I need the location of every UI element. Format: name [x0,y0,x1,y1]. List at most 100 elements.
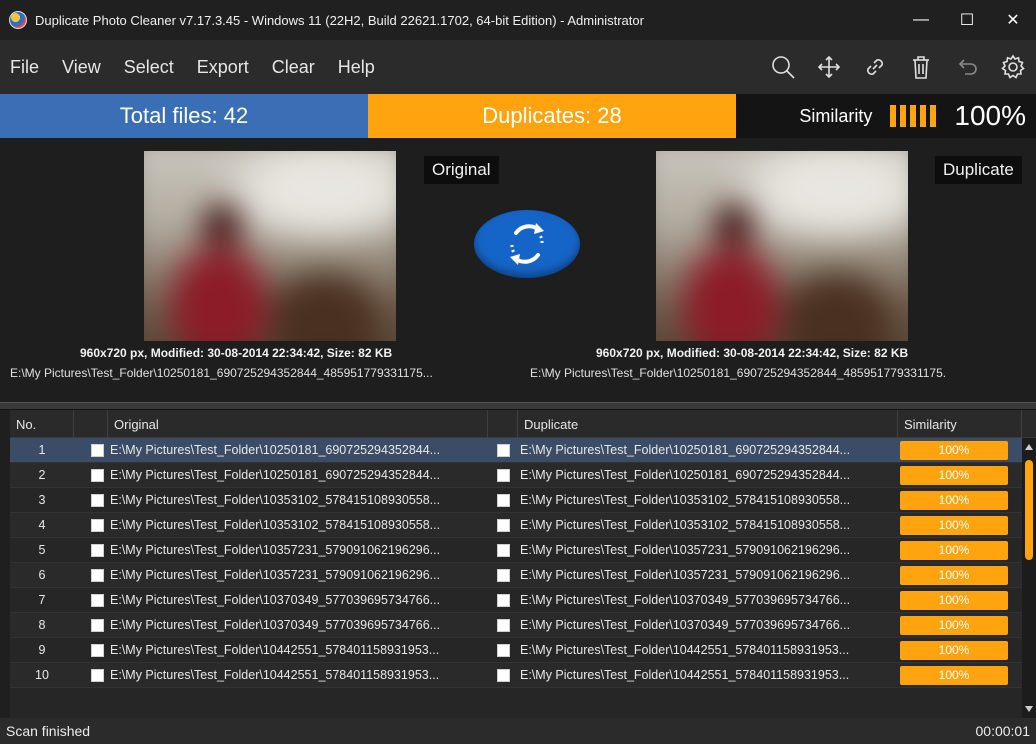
original-checkbox[interactable] [91,643,104,657]
original-checkbox[interactable] [91,593,104,607]
header-similarity[interactable]: Similarity [898,410,1022,438]
duplicate-checkbox[interactable] [496,643,510,657]
table-row[interactable]: 9 E:\My Pictures\Test_Folder\10442551_578… [10,638,1036,663]
status-bar: Scan finished 00:00:01 [0,718,1036,744]
duplicates-count: Duplicates: 28 [368,94,736,138]
header-original[interactable]: Original [108,410,488,438]
similarity-indicator: Similarity 100% [736,94,1036,138]
scrollbar-thumb[interactable] [1025,460,1033,560]
move-button[interactable] [806,47,852,87]
row-number: 6 [38,568,46,582]
settings-button[interactable] [990,47,1036,87]
table-row[interactable]: 5 E:\My Pictures\Test_Folder\10357231_579… [10,538,1036,563]
similarity-cell: 100% [898,638,1018,663]
original-path-cell: E:\My Pictures\Test_Folder\10357231_5790… [110,543,441,557]
duplicate-checkbox[interactable] [496,468,510,482]
duplicate-path: E:\My Pictures\Test_Folder\10250181_6907… [530,366,947,380]
original-checkbox-cell [74,513,108,538]
header-no[interactable]: No. [10,410,74,438]
original-checkbox-cell [74,463,108,488]
undo-icon [958,59,977,75]
header-duplicate[interactable]: Duplicate [518,410,898,438]
similarity-cell: 100% [898,538,1018,563]
original-meta: 960x720 px, Modified: 30-08-2014 22:34:4… [80,346,393,360]
original-checkbox-cell [74,438,108,463]
menu-clear[interactable]: Clear [272,57,315,78]
original-checkbox[interactable] [91,568,104,582]
row-number: 1 [38,443,46,457]
duplicate-checkbox[interactable] [496,543,510,557]
similarity-value: 100% [954,100,1026,131]
duplicate-checkbox[interactable] [496,668,510,682]
undo-button[interactable] [944,47,990,87]
table-row[interactable]: 2 E:\My Pictures\Test_Folder\10250181_690… [10,463,1036,488]
duplicate-path-cell: E:\My Pictures\Test_Folder\10357231_5790… [520,568,851,582]
duplicate-thumbnail[interactable] [656,151,908,341]
move-icon [817,55,841,79]
original-path-cell: E:\My Pictures\Test_Folder\10353102_5784… [110,493,441,507]
duplicate-path-cell: E:\My Pictures\Test_Folder\10442551_5784… [520,668,850,682]
duplicate-checkbox-cell [488,488,518,513]
link-button[interactable] [852,47,898,87]
search-button[interactable] [760,47,806,87]
scroll-down-icon[interactable] [1025,706,1033,712]
menu-file[interactable]: File [10,57,39,78]
duplicate-path-cell: E:\My Pictures\Test_Folder\10357231_5790… [520,543,851,557]
similarity-meter-bar [900,105,907,127]
header-check[interactable] [74,410,108,438]
menu-help[interactable]: Help [338,57,375,78]
original-checkbox[interactable] [91,618,104,632]
table-body: 1 E:\My Pictures\Test_Folder\10250181_690… [10,438,1036,688]
menu-view[interactable]: View [62,57,101,78]
original-checkbox[interactable] [91,543,104,557]
similarity-cell: 100% [898,613,1018,638]
original-checkbox[interactable] [91,668,104,682]
original-checkbox[interactable] [91,518,104,532]
close-button[interactable]: ✕ [990,0,1036,40]
menu-export[interactable]: Export [197,57,249,78]
row-number: 3 [38,493,46,507]
original-checkbox-cell [74,563,108,588]
original-path-cell: E:\My Pictures\Test_Folder\10353102_5784… [110,518,441,532]
table-header: No. Original Duplicate Similarity [10,410,1036,438]
menu-bar: File View Select Export Clear Help [0,40,1036,94]
swap-button[interactable] [474,210,580,278]
vertical-scrollbar[interactable] [1022,438,1036,718]
table-row[interactable]: 6 E:\My Pictures\Test_Folder\10357231_579… [10,563,1036,588]
original-checkbox[interactable] [91,493,104,507]
duplicate-checkbox[interactable] [496,568,510,582]
duplicate-checkbox[interactable] [496,518,510,532]
duplicate-path-cell: E:\My Pictures\Test_Folder\10250181_6907… [520,443,851,457]
duplicate-checkbox[interactable] [496,443,510,457]
header-check-dup[interactable] [488,410,518,438]
table-row[interactable]: 7 E:\My Pictures\Test_Folder\10370349_577… [10,588,1036,613]
table-row[interactable]: 3 E:\My Pictures\Test_Folder\10353102_578… [10,488,1036,513]
duplicate-checkbox[interactable] [496,593,510,607]
duplicate-checkbox[interactable] [496,493,510,507]
scroll-up-icon[interactable] [1025,444,1033,450]
similarity-meter-bar [930,105,937,127]
table-row[interactable]: 4 E:\My Pictures\Test_Folder\10353102_578… [10,513,1036,538]
maximize-button[interactable]: ☐ [944,0,990,40]
similarity-cell: 100% [898,513,1018,538]
duplicate-checkbox-cell [488,438,518,463]
duplicate-checkbox[interactable] [496,618,510,632]
table-row[interactable]: 1 E:\My Pictures\Test_Folder\10250181_690… [10,438,1036,463]
splitter[interactable] [0,402,1036,410]
similarity-cell: 100% [898,563,1018,588]
original-checkbox[interactable] [91,468,104,482]
menu-select[interactable]: Select [124,57,174,78]
total-files: Total files: 42 [0,94,368,138]
table-row[interactable]: 8 E:\My Pictures\Test_Folder\10370349_577… [10,613,1036,638]
delete-button[interactable] [898,47,944,87]
similarity-cell: 100% [898,463,1018,488]
original-thumbnail[interactable] [144,151,396,341]
table-row[interactable]: 10 E:\My Pictures\Test_Folder\10442551_57… [10,663,1036,688]
duplicate-path-cell: E:\My Pictures\Test_Folder\10250181_6907… [520,468,851,482]
minimize-button[interactable]: — [898,0,944,40]
similarity-meter-bar [890,105,897,127]
similarity-pill: 100% [900,640,1008,660]
original-path-cell: E:\My Pictures\Test_Folder\10250181_6907… [110,468,441,482]
original-checkbox[interactable] [91,443,104,457]
similarity-cell: 100% [898,488,1018,513]
